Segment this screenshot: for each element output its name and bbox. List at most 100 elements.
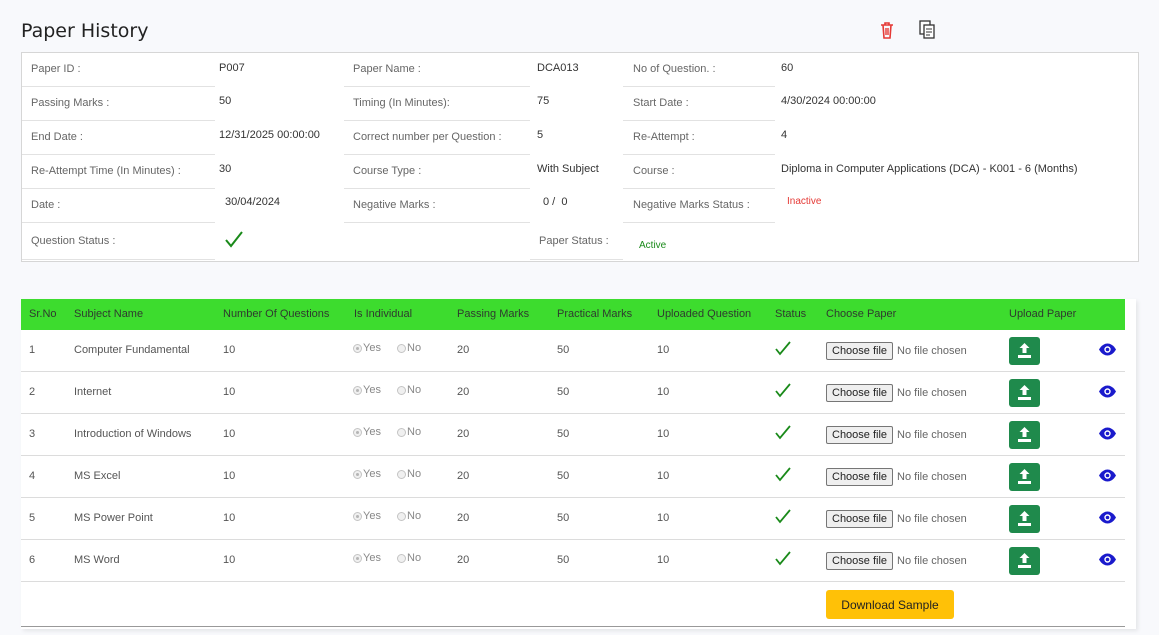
cell-subject: MS Excel [74,470,121,482]
upload-icon [1018,511,1031,526]
date-value: 30/04/2024 [225,196,281,208]
upload-button[interactable] [1009,505,1040,533]
table-header: Sr.No Subject Name Number Of Questions I… [21,299,1125,330]
cell-practical: 50 [557,344,570,356]
start-date-label: Start Date : [633,97,689,109]
header-questions: Number Of Questions [223,308,330,320]
radio-no[interactable]: No [397,552,421,564]
paper-id-value: P007 [219,62,245,74]
no-file-text: No file chosen [897,345,967,357]
radio-no-dot[interactable] [397,469,406,479]
file-input[interactable]: Choose file No file chosen [826,552,967,570]
header-upload: Upload Paper [1009,308,1077,320]
cell-passing: 20 [457,386,470,398]
radio-no[interactable]: No [397,384,421,396]
course-value: Diploma in Computer Applications (DCA) -… [781,163,1078,175]
correct-label: Correct number per Question : [353,131,502,143]
file-input[interactable]: Choose file No file chosen [826,426,967,444]
radio-no-dot[interactable] [397,343,406,353]
table-row: 4 MS Excel 10 Yes No 20 50 10 Choose file No file… [21,456,1125,498]
radio-yes[interactable]: Yes [353,510,381,522]
cell-sr: 6 [29,554,36,566]
choose-file-button[interactable]: Choose file [826,552,894,570]
radio-no-label: No [407,510,422,522]
radio-yes[interactable]: Yes [353,384,381,396]
trash-icon[interactable] [878,20,896,40]
paper-status-label: Paper Status : [539,235,609,247]
table-bottom-border [21,626,1125,627]
radio-no[interactable]: No [397,426,421,438]
file-input[interactable]: Choose file No file chosen [826,342,967,360]
paper-name-label: Paper Name : [353,63,421,75]
radio-yes[interactable]: Yes [353,468,381,480]
radio-yes[interactable]: Yes [353,552,381,564]
upload-button[interactable] [1009,421,1040,449]
radio-yes-label: Yes [363,342,381,354]
radio-yes-dot[interactable] [353,469,362,479]
check-icon [775,508,791,524]
negative-marks-label: Negative Marks : [353,199,436,211]
timing-value: 75 [537,95,550,107]
cell-practical: 50 [557,470,570,482]
file-input[interactable]: Choose file No file chosen [826,510,967,528]
upload-icon [1018,385,1031,400]
file-input[interactable]: Choose file No file chosen [826,384,967,402]
upload-button[interactable] [1009,463,1040,491]
radio-yes-label: Yes [363,384,381,396]
radio-yes-dot[interactable] [353,511,362,521]
end-date-value: 12/31/2025 00:00:00 [219,129,320,141]
eye-icon[interactable] [1098,511,1117,524]
radio-no-label: No [407,384,422,396]
table-row: 5 MS Power Point 10 Yes No 20 50 10 Choose file N… [21,498,1125,540]
no-file-text: No file chosen [897,513,967,525]
choose-file-button[interactable]: Choose file [826,468,894,486]
download-sample-button[interactable]: Download Sample [826,590,954,619]
radio-no-dot[interactable] [397,511,406,521]
radio-yes[interactable]: Yes [353,426,381,438]
radio-no-dot[interactable] [397,385,406,395]
cell-uploaded: 10 [657,386,670,398]
choose-file-button[interactable]: Choose file [826,510,894,528]
cell-subject: Computer Fundamental [74,344,190,356]
upload-icon [1018,469,1031,484]
copy-icon[interactable] [918,20,936,40]
reattempt-time-label: Re-Attempt Time (In Minutes) : [31,165,181,177]
no-questions-value: 60 [781,62,794,74]
choose-file-button[interactable]: Choose file [826,426,894,444]
radio-no[interactable]: No [397,510,421,522]
date-label: Date : [31,199,61,211]
cell-uploaded: 10 [657,512,670,524]
check-icon [775,340,791,356]
cell-questions: 10 [223,512,236,524]
radio-yes-dot[interactable] [353,553,362,563]
paper-name-value: DCA013 [537,62,579,74]
eye-icon[interactable] [1098,427,1117,440]
radio-no[interactable]: No [397,468,421,480]
eye-icon[interactable] [1098,343,1117,356]
eye-icon[interactable] [1098,469,1117,482]
file-input[interactable]: Choose file No file chosen [826,468,967,486]
radio-no-dot[interactable] [397,553,406,563]
choose-file-button[interactable]: Choose file [826,384,894,402]
cell-uploaded: 10 [657,554,670,566]
negative-status-label: Negative Marks Status : [633,199,750,211]
upload-button[interactable] [1009,337,1040,365]
cell-questions: 10 [223,554,236,566]
radio-yes-dot[interactable] [353,427,362,437]
radio-yes-dot[interactable] [353,385,362,395]
radio-yes[interactable]: Yes [353,342,381,354]
eye-icon[interactable] [1098,553,1117,566]
choose-file-button[interactable]: Choose file [826,342,894,360]
header-practical: Practical Marks [557,308,633,320]
radio-no[interactable]: No [397,342,421,354]
upload-button[interactable] [1009,379,1040,407]
eye-icon[interactable] [1098,385,1117,398]
table-row: 1 Computer Fundamental 10 Yes No 20 50 10 Choose… [21,330,1125,372]
upload-button[interactable] [1009,547,1040,575]
radio-yes-label: Yes [363,426,381,438]
radio-no-dot[interactable] [397,427,406,437]
cell-subject: MS Power Point [74,512,153,524]
subjects-table: Sr.No Subject Name Number Of Questions I… [21,299,1136,629]
radio-yes-dot[interactable] [353,343,362,353]
reattempt-value: 4 [781,129,788,141]
